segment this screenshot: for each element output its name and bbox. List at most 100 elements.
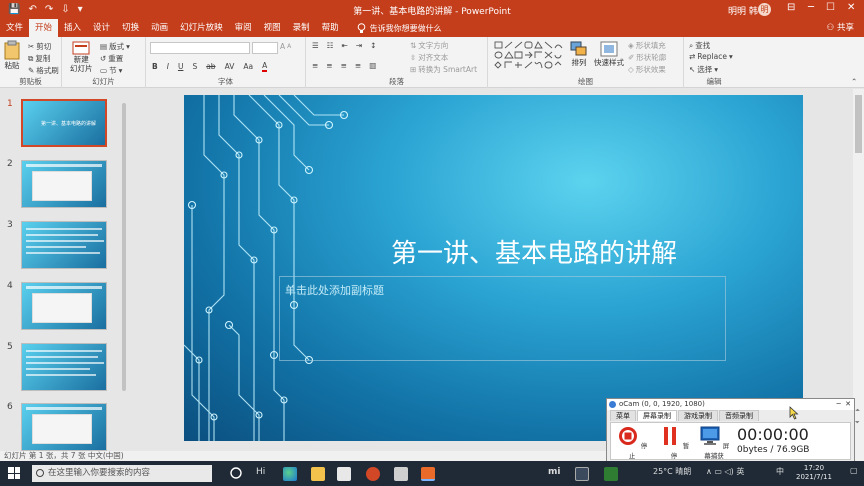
columns-icon[interactable]: ▥: [369, 61, 376, 70]
ocam-capture-button[interactable]: 屏幕捕获: [697, 426, 731, 460]
notepad-icon[interactable]: [394, 467, 408, 481]
align-left-icon[interactable]: ≡: [312, 61, 318, 70]
tab-home[interactable]: 开始: [29, 19, 59, 37]
format-painter-button[interactable]: ✎ 格式刷: [28, 65, 59, 76]
user-name[interactable]: 明明 韩: [728, 4, 758, 17]
arrange-button[interactable]: 排列: [570, 41, 588, 68]
slide-scrollbar[interactable]: ⏶ ⏷: [853, 89, 864, 451]
bullets-icon[interactable]: ☰: [312, 41, 319, 50]
previous-slide-icon[interactable]: ⏶: [855, 407, 860, 415]
powerpoint-taskbar-icon[interactable]: [366, 467, 380, 481]
slide-thumbnail-2[interactable]: [21, 160, 107, 208]
font-color-button[interactable]: A: [262, 61, 268, 72]
tray-icons[interactable]: ∧ ▭ ◁) 英: [706, 466, 744, 477]
file-explorer-icon[interactable]: [311, 467, 325, 481]
increase-indent-icon[interactable]: ⇥: [356, 41, 362, 50]
italic-button[interactable]: I: [167, 62, 169, 71]
store-icon[interactable]: [337, 467, 351, 481]
ocam-tab-menu[interactable]: 菜单: [610, 410, 636, 421]
start-from-beginning-icon[interactable]: ⇩: [61, 4, 69, 15]
copy-button[interactable]: ⧉ 复制: [28, 53, 50, 64]
align-text-button[interactable]: ⇳ 对齐文本: [410, 52, 448, 63]
slide-canvas[interactable]: 第一讲、基本电路的讲解 单击此处添加副标题: [184, 95, 803, 441]
thumbnail-scroll-thumb[interactable]: [122, 103, 126, 391]
find-button[interactable]: ⌕ 查找: [689, 40, 710, 51]
save-icon[interactable]: 💾: [8, 4, 20, 15]
paste-button[interactable]: 粘贴: [4, 40, 20, 71]
justify-icon[interactable]: ≡: [355, 61, 361, 70]
collapse-ribbon-icon[interactable]: ⌃: [851, 77, 857, 86]
slide-thumbnail-3[interactable]: [21, 221, 107, 269]
shape-effects-button[interactable]: ◇ 形状效果: [628, 64, 666, 75]
ocam-stop-button[interactable]: 停止: [615, 426, 649, 460]
cut-button[interactable]: ✂ 剪切: [28, 41, 51, 52]
subtitle-placeholder[interactable]: 单击此处添加副标题: [279, 276, 726, 361]
app-icon[interactable]: [604, 467, 618, 481]
undo-icon[interactable]: ↶: [28, 4, 36, 15]
ocam-tab-screen-record[interactable]: 屏幕录制: [637, 410, 677, 421]
taskbar-clock[interactable]: 17:20 2021/7/11: [796, 464, 832, 482]
ocam-tab-audio-record[interactable]: 音频录制: [719, 410, 759, 421]
select-button[interactable]: ↖ 选择 ▾: [689, 64, 718, 75]
tab-slideshow[interactable]: 幻灯片放映: [174, 19, 229, 37]
taskbar-search-input[interactable]: 在这里输入你要搜索的内容: [32, 465, 212, 482]
tab-design[interactable]: 设计: [87, 19, 116, 37]
new-slide-button[interactable]: 新建 幻灯片: [70, 41, 93, 73]
slide-thumbnail-4[interactable]: [21, 282, 107, 330]
close-icon[interactable]: ✕: [847, 2, 855, 13]
tell-me-box[interactable]: 告诉我你想要做什么: [345, 22, 442, 34]
tab-transitions[interactable]: 切换: [116, 19, 145, 37]
hi-app-icon[interactable]: Hi: [256, 467, 265, 477]
strikethrough-button[interactable]: ab: [206, 62, 215, 71]
windows-start-icon[interactable]: [8, 467, 20, 479]
ocam-tab-game-record[interactable]: 游戏录制: [678, 410, 718, 421]
tab-file[interactable]: 文件: [0, 19, 29, 37]
next-slide-icon[interactable]: ⏷: [855, 419, 860, 427]
tab-animations[interactable]: 动画: [145, 19, 174, 37]
task-view-icon[interactable]: [230, 467, 242, 479]
font-name-combobox[interactable]: [150, 42, 250, 54]
smartart-button[interactable]: ⊞ 转换为 SmartArt: [410, 64, 477, 75]
tab-help[interactable]: 帮助: [316, 19, 345, 37]
redo-icon[interactable]: ↷: [45, 4, 53, 15]
tab-insert[interactable]: 插入: [58, 19, 87, 37]
slide-thumbnail-6[interactable]: [21, 403, 107, 451]
app-icon[interactable]: [575, 467, 589, 481]
customize-quick-access-icon[interactable]: ▾: [78, 4, 83, 15]
slide-scroll-thumb[interactable]: [855, 95, 862, 153]
quick-styles-button[interactable]: 快速样式: [594, 41, 624, 68]
section-button[interactable]: ▭ 节 ▾: [100, 65, 122, 76]
change-case-button[interactable]: Aa: [243, 62, 253, 71]
numbering-icon[interactable]: ☷: [327, 41, 334, 50]
slide-thumbnail-5[interactable]: [21, 343, 107, 391]
shadow-button[interactable]: S: [192, 62, 197, 71]
mi-app-icon[interactable]: mi: [548, 467, 560, 477]
underline-button[interactable]: U: [178, 62, 184, 71]
shapes-gallery-icon[interactable]: [494, 41, 566, 73]
shape-outline-button[interactable]: ✐ 形状轮廓: [628, 52, 666, 63]
text-direction-button[interactable]: ⇅ 文字方向: [410, 40, 448, 51]
layout-button[interactable]: ▤ 版式 ▾: [100, 41, 130, 52]
slide-title[interactable]: 第一讲、基本电路的讲解: [334, 233, 734, 270]
bold-button[interactable]: B: [152, 62, 158, 71]
minimize-icon[interactable]: ─: [808, 2, 814, 13]
share-button[interactable]: ⚇ 共享: [827, 19, 854, 37]
slide-thumbnail-1[interactable]: 第一讲、基本电路的讲解: [21, 99, 107, 147]
reset-button[interactable]: ↺ 重置: [100, 53, 123, 64]
ribbon-display-options-icon[interactable]: ⊟: [787, 2, 795, 13]
thumbnail-scrollbar[interactable]: [121, 93, 127, 449]
font-size-buttons[interactable]: AA: [280, 42, 291, 51]
replace-button[interactable]: ⇄ Replace ▾: [689, 52, 733, 61]
weather-widget[interactable]: 25°C 晴朗: [653, 466, 691, 477]
maximize-icon[interactable]: ☐: [826, 2, 835, 13]
edge-browser-icon[interactable]: [283, 467, 297, 481]
tab-view[interactable]: 视图: [258, 19, 287, 37]
char-spacing-button[interactable]: AV: [225, 62, 235, 71]
ime-indicator[interactable]: 中: [776, 466, 784, 477]
notification-icon[interactable]: ▢: [850, 466, 858, 475]
tab-record[interactable]: 录制: [287, 19, 316, 37]
ocam-taskbar-icon[interactable]: [421, 467, 435, 481]
shape-fill-button[interactable]: ◈ 形状填充: [628, 40, 666, 51]
align-center-icon[interactable]: ≡: [326, 61, 332, 70]
ocam-window-controls[interactable]: ─ ✕: [836, 399, 851, 410]
